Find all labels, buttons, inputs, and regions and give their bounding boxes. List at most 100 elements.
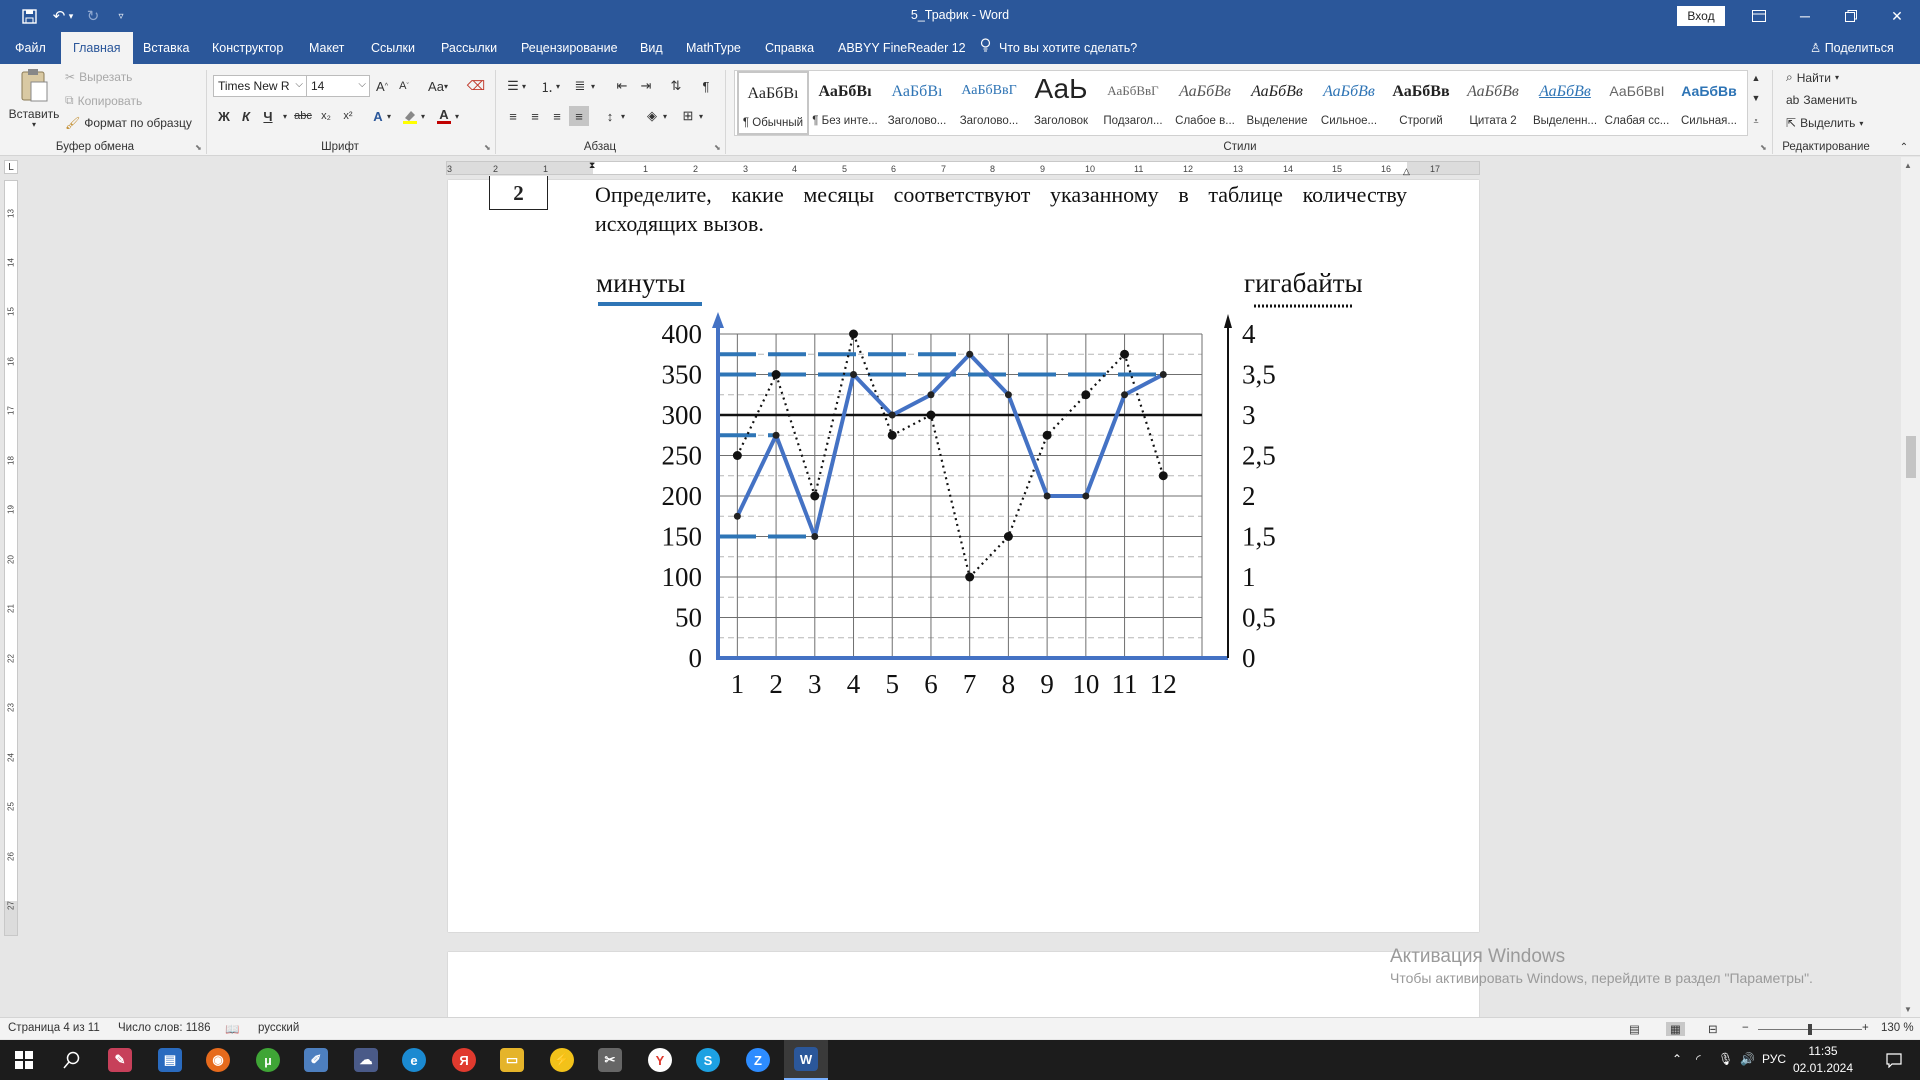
- redo-icon[interactable]: ↻: [80, 0, 106, 32]
- start-button[interactable]: [2, 1040, 46, 1080]
- show-marks-icon[interactable]: ¶: [696, 76, 716, 96]
- bullets-dropdown-icon[interactable]: ▾: [519, 76, 529, 96]
- word-taskbar-icon[interactable]: W: [784, 1040, 828, 1080]
- clear-formatting-icon[interactable]: ⌫: [466, 76, 486, 96]
- styles-more-icon[interactable]: ⩡: [1748, 112, 1764, 130]
- format-painter-button[interactable]: 🖌 Формат по образцу: [65, 116, 192, 130]
- text-effects-dropdown-icon[interactable]: ▾: [384, 106, 394, 126]
- app-icon-flashcards[interactable]: ✎: [98, 1040, 142, 1080]
- input-language[interactable]: РУС: [1762, 1052, 1786, 1066]
- app-icon-snipping[interactable]: ✂: [588, 1040, 632, 1080]
- style-quote[interactable]: АаБбВв Цитата 2: [1457, 71, 1529, 135]
- print-layout-icon[interactable]: ▦: [1666, 1022, 1685, 1036]
- tab-abbyy[interactable]: ABBYY FineReader 12: [838, 32, 966, 64]
- question-text[interactable]: Определите, какие месяцы соответствуют у…: [595, 180, 1407, 238]
- tab-stop-icon[interactable]: L: [4, 160, 18, 174]
- italic-button[interactable]: К: [236, 106, 256, 126]
- font-color-dropdown-icon[interactable]: ▾: [452, 106, 462, 126]
- paint-icon[interactable]: ✐: [294, 1040, 338, 1080]
- zoom-out-icon[interactable]: −: [1742, 1022, 1749, 1034]
- paste-button[interactable]: Вставить ▾: [8, 68, 60, 129]
- utorrent-icon[interactable]: µ: [246, 1040, 290, 1080]
- increase-indent-icon[interactable]: ⇥: [636, 76, 656, 96]
- tab-review[interactable]: Рецензирование: [521, 32, 618, 64]
- style-subtle-reference[interactable]: АаБбВвI Слабая сс...: [1601, 71, 1673, 135]
- align-right-icon[interactable]: ≡: [547, 106, 567, 126]
- change-case-icon[interactable]: Aa ▾: [423, 76, 453, 96]
- select-button[interactable]: ⇱ Выделить ▾: [1786, 116, 1863, 130]
- vertical-ruler[interactable]: 13 14 15 16 17 18 19 20 21 22 23 24 25 2…: [4, 180, 18, 936]
- proofing-icon[interactable]: 📖: [225, 1022, 239, 1036]
- yandex-icon[interactable]: Y: [638, 1040, 682, 1080]
- align-center-icon[interactable]: ≡: [525, 106, 545, 126]
- scroll-up-icon[interactable]: ▲: [1904, 161, 1912, 170]
- cut-button[interactable]: ✂ Вырезать: [65, 70, 132, 84]
- search-icon[interactable]: [50, 1040, 94, 1080]
- strikethrough-button[interactable]: abc: [293, 106, 313, 126]
- underline-dropdown-icon[interactable]: ▾: [280, 106, 290, 126]
- font-launcher-icon[interactable]: ⬊: [484, 143, 491, 152]
- numbering-dropdown-icon[interactable]: ▾: [553, 76, 563, 96]
- shading-icon[interactable]: ◈: [642, 106, 662, 126]
- signin-button[interactable]: Вход: [1677, 6, 1725, 26]
- tab-layout[interactable]: Макет: [309, 32, 344, 64]
- app-icon-market[interactable]: ⚡: [540, 1040, 584, 1080]
- style-normal[interactable]: АаБбВı ¶ Обычный: [737, 71, 809, 135]
- style-emphasis[interactable]: АаБбВв Выделение: [1241, 71, 1313, 135]
- scroll-down-icon[interactable]: ▼: [1904, 1005, 1912, 1014]
- line-spacing-dropdown-icon[interactable]: ▾: [618, 106, 628, 126]
- indent-marker-icon[interactable]: ⧗: [589, 160, 595, 171]
- style-title[interactable]: АаЬ Заголовок: [1025, 71, 1097, 135]
- tab-mailings[interactable]: Рассылки: [441, 32, 497, 64]
- zoom-in-icon[interactable]: +: [1862, 1022, 1869, 1034]
- tray-expand-icon[interactable]: ⌃: [1672, 1052, 1682, 1066]
- microphone-icon[interactable]: 🎙: [1718, 1052, 1733, 1066]
- minimize-icon[interactable]: ─: [1782, 0, 1828, 32]
- styles-scroll-down-icon[interactable]: ▼: [1748, 90, 1764, 106]
- font-color-icon[interactable]: A: [434, 106, 454, 126]
- find-button[interactable]: ⌕ Найти ▾: [1786, 70, 1839, 85]
- zoom-app-icon[interactable]: Z: [736, 1040, 780, 1080]
- tab-insert[interactable]: Вставка: [143, 32, 189, 64]
- tab-design[interactable]: Конструктор: [212, 32, 283, 64]
- paste-dropdown-icon[interactable]: ▾: [32, 120, 36, 129]
- tab-references[interactable]: Ссылки: [371, 32, 415, 64]
- notifications-icon[interactable]: [1872, 1040, 1916, 1080]
- style-intense-quote[interactable]: АаБбВв Выделенн...: [1529, 71, 1601, 135]
- scrollbar-thumb[interactable]: [1906, 436, 1916, 478]
- subscript-button[interactable]: x₂: [316, 106, 336, 126]
- customize-qat-icon[interactable]: ▿: [108, 0, 134, 32]
- vertical-scrollbar[interactable]: ▲ ▼: [1901, 157, 1920, 1017]
- style-strong[interactable]: АаБбВв Строгий: [1385, 71, 1457, 135]
- undo-dropdown-icon[interactable]: ▾: [64, 0, 78, 32]
- tab-mathtype[interactable]: MathType: [686, 32, 741, 64]
- multilevel-list-icon[interactable]: ≣: [570, 76, 590, 96]
- zoom-level[interactable]: 130 %: [1881, 1022, 1914, 1034]
- tab-file[interactable]: Файл: [15, 32, 46, 64]
- tab-view[interactable]: Вид: [640, 32, 663, 64]
- font-name-combo[interactable]: Times New R ⌵: [213, 75, 307, 97]
- tell-me-search[interactable]: Что вы хотите сделать?: [980, 32, 1137, 64]
- save-icon[interactable]: [16, 0, 42, 32]
- clipboard-launcher-icon[interactable]: ⬊: [195, 143, 202, 152]
- superscript-button[interactable]: x²: [338, 106, 358, 126]
- style-heading-1[interactable]: АаБбВı Заголово...: [881, 71, 953, 135]
- restore-icon[interactable]: [1828, 0, 1874, 32]
- line-spacing-icon[interactable]: ↕: [600, 106, 620, 126]
- edge-icon[interactable]: e: [392, 1040, 436, 1080]
- replace-button[interactable]: ab Заменить: [1786, 93, 1857, 107]
- clock[interactable]: 11:35 02.01.2024: [1786, 1043, 1860, 1077]
- style-heading-2[interactable]: АаБбВвГ Заголово...: [953, 71, 1025, 135]
- borders-dropdown-icon[interactable]: ▾: [696, 106, 706, 126]
- app-icon-weather[interactable]: ☁: [344, 1040, 388, 1080]
- word-count[interactable]: Число слов: 1186: [118, 1022, 210, 1034]
- shrink-font-icon[interactable]: Aˇ: [394, 76, 414, 96]
- styles-launcher-icon[interactable]: ⬊: [1760, 143, 1767, 152]
- app-icon-notepad[interactable]: ▤: [148, 1040, 192, 1080]
- zoom-slider-thumb[interactable]: [1808, 1024, 1812, 1035]
- tab-help[interactable]: Справка: [765, 32, 814, 64]
- wifi-icon[interactable]: ◜: [1696, 1052, 1701, 1066]
- copy-button[interactable]: ⧉ Копировать: [65, 93, 142, 108]
- paragraph-launcher-icon[interactable]: ⬊: [714, 143, 721, 152]
- skype-icon[interactable]: S: [686, 1040, 730, 1080]
